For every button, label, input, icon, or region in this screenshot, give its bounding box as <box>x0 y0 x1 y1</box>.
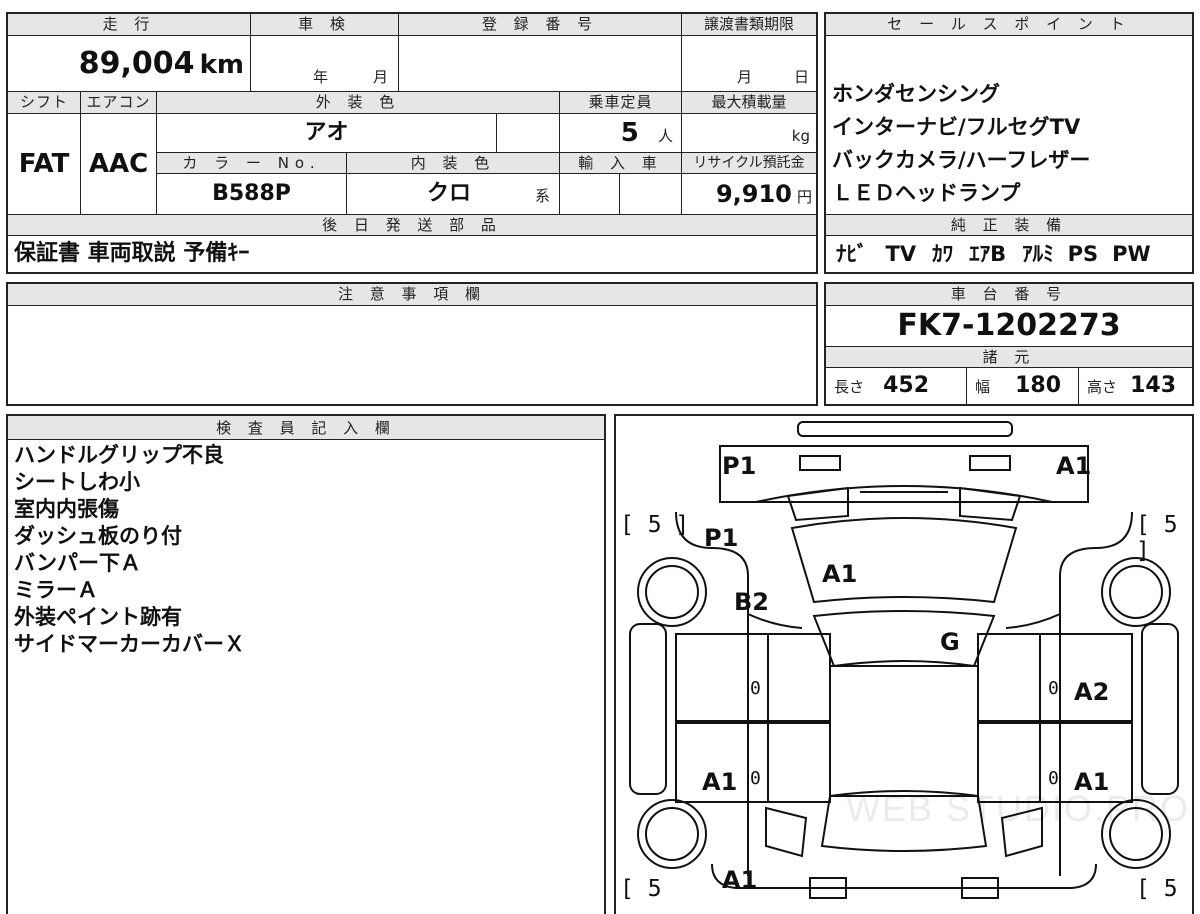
inspection-value: 年 月 <box>250 36 398 92</box>
equipment-header: 純 正 装 備 <box>826 214 1192 236</box>
zero-mark: 0 <box>1048 678 1059 699</box>
watermark: WEB STUDIO.PRO <box>846 788 1191 829</box>
later-parts-value: 保証書 車両取説 予備ｷｰ <box>14 241 250 266</box>
equipment-item: TV <box>885 242 917 266</box>
import-value-left <box>559 174 619 214</box>
exterior-color-extra <box>496 114 559 152</box>
mileage-header: 走 行 <box>8 14 250 36</box>
capacity-value-cell: 5 人 <box>559 114 681 152</box>
inspector-notes-list: ハンドルグリップ不良 シートしわ小 室内内張傷 ダッシュ板のり付 バンパー下Ａ … <box>8 442 604 672</box>
equipment-item: PW <box>1112 242 1151 266</box>
sales-points-header: セ ー ル ス ポ イ ン ト <box>826 14 1192 36</box>
sales-points-panel: セ ー ル ス ポ イ ン ト ホンダセンシング インターナビ/フルセグTV バ… <box>824 12 1194 274</box>
sales-point-item: ホンダセンシング <box>832 82 1000 106</box>
length-cell: 長さ 452 <box>834 373 930 398</box>
tire-depth-rear-right: [ 5 <box>1136 876 1178 902</box>
chassis-header: 車 台 番 号 <box>826 284 1192 306</box>
notes-header: 注 意 事 項 欄 <box>8 284 816 306</box>
inspector-note: サイドマーカーカバーＸ <box>14 632 245 656</box>
exterior-color-value: アオ <box>156 114 496 152</box>
specs-header: 諸 元 <box>826 346 1192 368</box>
mark-fender-left: P1 <box>704 524 739 552</box>
chassis-panel: 車 台 番 号 FK7-1202273 諸 元 長さ 452 幅 180 高さ … <box>824 282 1194 406</box>
mark-windshield: A1 <box>822 560 858 588</box>
interior-color-value-cell: クロ 系 <box>346 174 559 214</box>
equipment-item: ﾅﾋﾞ <box>836 242 868 266</box>
inspector-header: 検 査 員 記 入 欄 <box>8 416 604 440</box>
interior-color-header: 内 装 色 <box>346 152 559 174</box>
mark-rear-left: A1 <box>702 768 738 796</box>
sales-point-item: バックカメラ/ハーフレザー <box>832 148 1091 172</box>
recycle-value-cell: 9,910 円 <box>681 174 816 214</box>
sales-point-item: インターナビ/フルセグTV <box>832 115 1081 139</box>
inspection-header: 車 検 <box>250 14 398 36</box>
mark-door-left: B2 <box>734 588 769 616</box>
max-load-header: 最大積載量 <box>681 91 816 114</box>
equipment-item: ｶﾜ <box>932 242 954 266</box>
registration-value <box>398 36 681 92</box>
notes-panel: 注 意 事 項 欄 <box>6 282 818 406</box>
ac-value: AAC <box>80 114 156 214</box>
inspector-note: シートしわ小 <box>14 470 140 494</box>
tire-depth-rear-left: [ 5 <box>620 876 662 902</box>
inspector-note: 外装ペイント跡有 <box>14 605 182 629</box>
inspector-note: ミラーＡ <box>14 578 98 602</box>
inspector-note: ダッシュ板のり付 <box>14 524 182 548</box>
import-value-right <box>619 174 681 214</box>
inspector-panel: 検 査 員 記 入 欄 ハンドルグリップ不良 シートしわ小 室内内張傷 ダッシュ… <box>6 414 606 914</box>
shift-header: シフト <box>8 91 80 114</box>
inspector-note: バンパー下Ａ <box>14 551 142 575</box>
ac-header: エアコン <box>80 91 156 114</box>
later-parts-header: 後 日 発 送 部 品 <box>8 214 816 236</box>
max-load-value-cell: kg <box>681 114 816 152</box>
inspector-note: ハンドルグリップ不良 <box>14 443 224 467</box>
sales-point-item: ＬＥＤヘッドランプ <box>832 181 1021 205</box>
equipment-item: ｱﾙﾐ <box>1022 242 1054 266</box>
car-diagram-panel: P1 A1 P1 A1 B2 G A2 A1 A1 A1 [ 5 ] [ 5 ]… <box>614 414 1194 914</box>
exterior-color-header: 外 装 色 <box>156 91 559 114</box>
car-outline-diagram <box>629 421 1179 899</box>
color-no-value: B588P <box>156 174 346 214</box>
mark-front-left: P1 <box>722 452 757 480</box>
transfer-deadline-header: 譲渡書類期限 <box>681 14 816 36</box>
inspector-note: 室内内張傷 <box>14 497 119 521</box>
mark-front-right: A1 <box>1056 452 1092 480</box>
zero-mark: 0 <box>750 678 761 699</box>
vehicle-info-panel: 走 行 車 検 登 録 番 号 譲渡書類期限 89,004 km 年 月 月 日… <box>6 12 818 274</box>
zero-mark: 0 <box>750 768 761 789</box>
color-no-header: カ ラ ー No. <box>156 152 346 174</box>
tire-depth-front-left: [ 5 ] <box>620 512 690 538</box>
mileage-value: 89,004 km <box>78 46 244 81</box>
import-header: 輸 入 車 <box>559 152 681 174</box>
registration-header: 登 録 番 号 <box>398 14 681 36</box>
mark-rear-bumper: A1 <box>722 866 758 894</box>
sales-points-list: ホンダセンシング インターナビ/フルセグTV バックカメラ/ハーフレザー ＬＥＤ… <box>826 78 1192 218</box>
zero-mark: 0 <box>1048 768 1059 789</box>
mark-rear-door-right: A2 <box>1074 678 1110 706</box>
transfer-deadline-value: 月 日 <box>681 36 816 92</box>
chassis-number: FK7-1202273 <box>897 308 1121 343</box>
equipment-list: ﾅﾋﾞ TV ｶﾜ ｴｱB ｱﾙﾐ PS PW <box>826 236 1192 272</box>
width-cell: 幅 180 <box>966 368 1078 404</box>
shift-value: FAT <box>18 149 70 179</box>
equipment-item: PS <box>1067 242 1099 266</box>
capacity-header: 乗車定員 <box>559 91 681 114</box>
height-cell: 高さ 143 <box>1078 368 1192 404</box>
mark-roof-glass: G <box>940 628 960 656</box>
equipment-item: ｴｱB <box>969 242 1007 266</box>
recycle-header: リサイクル預託金 <box>681 152 816 174</box>
tire-depth-front-right: [ 5 ] <box>1136 512 1178 564</box>
